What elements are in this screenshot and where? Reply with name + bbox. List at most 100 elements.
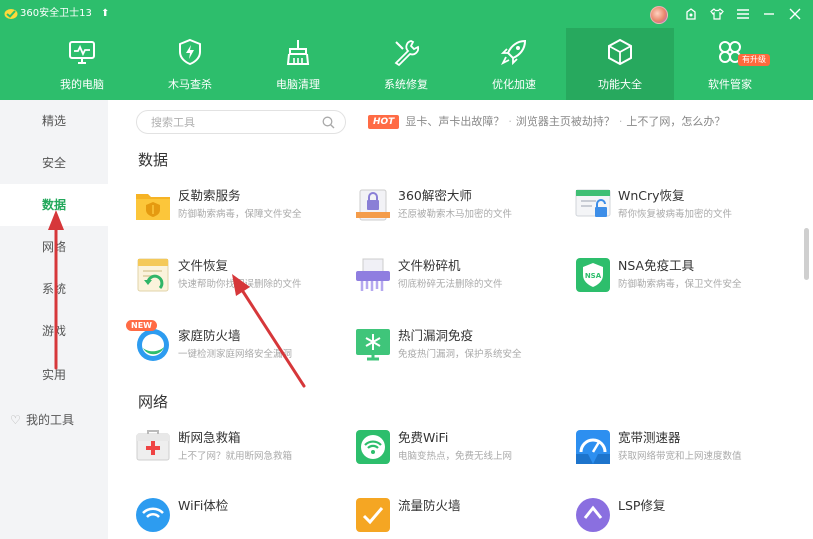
section-title-network: 网络 <box>138 393 169 411</box>
tool-desc: 上不了网？就用断网急救箱 <box>178 451 293 462</box>
nav-label: 电脑清理 <box>276 78 320 91</box>
section-title-data: 数据 <box>138 151 169 169</box>
tools-panel: HOT显卡、声卡出故障？·浏览器主页被劫持？·上不了网，怎么办？ 数据 反勒索服… <box>108 100 813 539</box>
tool-desc: 帮你恢复被病毒加密的文件 <box>618 209 733 220</box>
tool-name: 家庭防火墙 <box>178 328 241 343</box>
tool-file-recovery[interactable]: 文件恢复 快速帮助你找回误删除的文件 <box>134 256 344 302</box>
tool-desc: 一键检测家庭网络安全漏洞 <box>178 349 293 360</box>
tool-anti-ransom[interactable]: 反勒索服务 防御勒索病毒，保障文件安全 <box>134 186 344 232</box>
tool-name: NSA免疫工具 <box>618 258 695 273</box>
tool-desc: 防御勒索病毒，保卫文件安全 <box>618 279 742 290</box>
title-bar: 360安全卫士13 ⬆ <box>0 0 813 28</box>
tool-name: 宽带测速器 <box>618 430 681 445</box>
nav-label: 木马查杀 <box>168 78 212 91</box>
hot-link[interactable]: 上不了网，怎么办？ <box>626 115 725 128</box>
sidebar-item-games[interactable]: 游戏 <box>0 310 108 352</box>
app-logo-icon <box>4 9 18 19</box>
tool-desc: 彻底粉碎无法删除的文件 <box>398 279 503 290</box>
hot-badge: HOT <box>368 115 400 129</box>
sidebar-item-network[interactable]: 网络 <box>0 226 108 268</box>
tool-name: 免费WiFi <box>398 430 449 445</box>
sidebar-item-system[interactable]: 系统 <box>0 268 108 310</box>
monitor-icon <box>69 41 95 64</box>
update-icon[interactable]: ⬆ <box>101 8 109 20</box>
cube-icon <box>608 38 632 66</box>
traffic-firewall-icon <box>356 498 390 532</box>
minimize-icon[interactable] <box>758 5 780 23</box>
nav-trojan-scan[interactable]: 木马查杀 <box>136 28 244 100</box>
search-input[interactable] <box>151 114 321 130</box>
broom-icon <box>286 40 310 65</box>
file-restore-icon <box>137 258 169 292</box>
tool-network-first-aid[interactable]: 断网急救箱 上不了网？就用断网急救箱 <box>134 428 344 474</box>
search-icon[interactable] <box>322 116 335 129</box>
search-box[interactable] <box>136 110 346 134</box>
tool-desc: 快速帮助你找回误删除的文件 <box>178 279 302 290</box>
sidebar-my-tools[interactable]: ♡ 我的工具 <box>0 400 108 440</box>
hot-link[interactable]: 显卡、声卡出故障？ <box>405 115 504 128</box>
nav-speedup[interactable]: 优化加速 <box>460 28 568 100</box>
nav-label: 功能大全 <box>598 78 642 91</box>
shredder-icon <box>356 258 390 291</box>
tool-lsp-repair[interactable]: LSP修复 <box>574 496 784 539</box>
nav-pc-cleanup[interactable]: 电脑清理 <box>244 28 352 100</box>
shirt-icon[interactable] <box>706 5 728 23</box>
folder-shield-icon <box>136 194 170 220</box>
nav-label: 软件管家 <box>708 78 752 91</box>
tool-desc: 防御勒索病毒，保障文件安全 <box>178 209 302 220</box>
hot-separator: · <box>508 115 512 128</box>
my-tools-label: 我的工具 <box>26 413 75 427</box>
nav-system-repair[interactable]: 系统修复 <box>352 28 460 100</box>
scrollbar-thumb[interactable] <box>804 228 809 280</box>
tool-home-firewall[interactable]: NEW 家庭防火墙 一键检测家庭网络安全漏洞 <box>126 320 344 372</box>
home-firewall-icon <box>137 329 169 361</box>
tool-name: 反勒索服务 <box>178 188 241 203</box>
tool-traffic-firewall[interactable]: 流量防火墙 <box>354 496 564 539</box>
sidebar-item-featured[interactable]: 精选 <box>0 100 108 142</box>
tool-name: WnCry恢复 <box>618 188 685 203</box>
hot-link[interactable]: 浏览器主页被劫持？ <box>516 115 615 128</box>
skin-icon[interactable] <box>680 5 702 23</box>
speedometer-icon <box>576 430 610 464</box>
tool-360-decrypt[interactable]: 360解密大师 还原被勒索木马加密的文件 <box>354 186 564 232</box>
tool-file-shredder[interactable]: 文件粉碎机 彻底粉碎无法删除的文件 <box>354 256 564 302</box>
svg-text:NSA: NSA <box>585 272 602 280</box>
tool-name: WiFi体检 <box>178 498 229 513</box>
tool-speed-test[interactable]: 宽带测速器 获取网络带宽和上网速度数值 <box>574 428 784 474</box>
wifi-check-icon <box>136 498 170 532</box>
tool-desc: 获取网络带宽和上网速度数值 <box>618 451 742 462</box>
sidebar-item-security[interactable]: 安全 <box>0 142 108 184</box>
nav-my-computer[interactable]: 我的电脑 <box>28 28 136 100</box>
tool-desc: 免疫热门漏洞，保护系统安全 <box>398 349 522 360</box>
tool-vuln-immunity[interactable]: 热门漏洞免疫 免疫热门漏洞，保护系统安全 <box>354 326 564 372</box>
main-nav: 我的电脑 木马查杀 电脑清理 系统修复 优化加速 功能大全 有升级 软件管家 <box>0 28 813 100</box>
tool-name: 文件恢复 <box>178 258 229 273</box>
wifi-icon <box>356 430 390 464</box>
nav-software-manager[interactable]: 有升级 软件管家 <box>676 28 784 100</box>
tool-name: 流量防火墙 <box>398 498 461 513</box>
hot-topics: HOT 显卡、声卡出故障？ · 浏览器主页被劫持？ · 上不了网，怎么办？ <box>368 113 729 131</box>
tool-wifi-check[interactable]: WiFi体检 <box>134 496 344 539</box>
tool-name: 文件粉碎机 <box>398 258 461 273</box>
nav-features[interactable]: 功能大全 <box>566 28 674 100</box>
tool-name: 断网急救箱 <box>178 430 241 445</box>
menu-icon[interactable] <box>732 5 754 23</box>
upgrade-badge: 有升级 <box>738 54 770 66</box>
tool-desc: 还原被勒索木马加密的文件 <box>398 209 513 220</box>
lock-file-icon <box>356 189 390 221</box>
tool-free-wifi[interactable]: 免费WiFi 电脑变热点，免费无线上网 <box>354 428 564 474</box>
sidebar-item-utility[interactable]: 实用 <box>0 354 108 396</box>
monitor-lock-icon <box>575 189 611 217</box>
tool-wncry-recovery[interactable]: WnCry恢复 帮你恢复被病毒加密的文件 <box>574 186 784 232</box>
nav-label: 优化加速 <box>492 78 536 91</box>
tool-desc: 电脑变热点，免费无线上网 <box>398 451 513 462</box>
wrench-icon <box>394 40 420 67</box>
category-sidebar: 精选 安全 数据 网络 系统 游戏 实用 ♡ 我的工具 <box>0 100 108 539</box>
tool-nsa-immunity[interactable]: NSA NSA免疫工具 防御勒索病毒，保卫文件安全 <box>574 256 784 302</box>
hot-separator: · <box>618 115 623 128</box>
nav-label: 系统修复 <box>384 78 428 91</box>
nav-label: 我的电脑 <box>60 78 104 91</box>
avatar[interactable] <box>650 6 668 24</box>
close-icon[interactable] <box>784 5 806 23</box>
sidebar-item-data[interactable]: 数据 <box>0 184 108 226</box>
